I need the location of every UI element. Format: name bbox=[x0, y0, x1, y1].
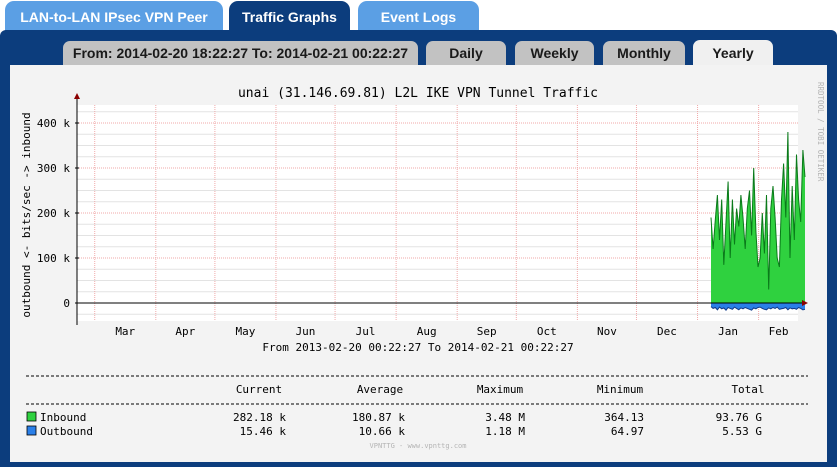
x-tick-label: Jan bbox=[718, 325, 738, 338]
tab-lan-to-lan-ipsec-vpn-peer[interactable]: LAN-to-LAN IPsec VPN Peer bbox=[5, 1, 223, 31]
stats-value: 180.87 k bbox=[352, 411, 405, 424]
stats-value: 5.53 G bbox=[722, 425, 762, 438]
chart-title: unai (31.146.69.81) L2L IKE VPN Tunnel T… bbox=[238, 86, 598, 101]
x-tick-label: Dec bbox=[657, 325, 677, 338]
tab-monthly[interactable]: Monthly bbox=[603, 41, 685, 65]
x-tick-label: Mar bbox=[115, 325, 135, 338]
tab-weekly[interactable]: Weekly bbox=[515, 41, 594, 65]
tab-event-logs[interactable]: Event Logs bbox=[358, 1, 479, 31]
legend-swatch-inbound bbox=[26, 411, 37, 422]
legend-swatch-outbound bbox=[26, 425, 37, 436]
stats-value: 10.66 k bbox=[359, 425, 406, 438]
x-tick-label: Jun bbox=[296, 325, 316, 338]
stats-value: 15.46 k bbox=[240, 425, 287, 438]
stats-value: 364.13 bbox=[604, 411, 644, 424]
y-tick-label: 200 k bbox=[37, 207, 70, 220]
main-tab-bar: LAN-to-LAN IPsec VPN Peer Traffic Graphs… bbox=[0, 0, 837, 31]
rrdtool-watermark: RRDTOOL / TOBI OETIKER bbox=[816, 82, 825, 182]
x-tick-label: Oct bbox=[537, 325, 557, 338]
stats-header-current: Current bbox=[236, 383, 282, 396]
y-axis-arrow bbox=[74, 93, 80, 99]
y-tick-label: 300 k bbox=[37, 162, 70, 175]
y-tick-label: 0 bbox=[63, 297, 70, 310]
x-tick-label: May bbox=[235, 325, 255, 338]
stats-header-minimum: Minimum bbox=[597, 383, 644, 396]
traffic-chart-svg: unai (31.146.69.81) L2L IKE VPN Tunnel T… bbox=[20, 82, 825, 450]
x-tick-label: Sep bbox=[477, 325, 497, 338]
y-tick-label: 400 k bbox=[37, 117, 70, 130]
stats-value: 282.18 k bbox=[233, 411, 286, 424]
y-axis-label: outbound <- bits/sec -> inbound bbox=[20, 112, 33, 317]
footer-text: VPNTTG - www.vpnttg.com bbox=[370, 442, 467, 450]
stats-value: 93.76 G bbox=[716, 411, 762, 424]
legend-label-inbound: Inbound bbox=[40, 411, 86, 424]
x-tick-label: Feb bbox=[769, 325, 789, 338]
x-range-label: From 2013-02-20 00:22:27 To 2014-02-21 0… bbox=[262, 341, 573, 354]
stats-value: 1.18 M bbox=[485, 425, 525, 438]
legend-label-outbound: Outbound bbox=[40, 425, 93, 438]
tab-yearly[interactable]: Yearly bbox=[693, 40, 773, 66]
y-tick-label: 100 k bbox=[37, 252, 70, 265]
stats-header-maximum: Maximum bbox=[477, 383, 524, 396]
stats-value: 64.97 bbox=[611, 425, 644, 438]
x-tick-label: Aug bbox=[417, 325, 437, 338]
tab-daily[interactable]: Daily bbox=[426, 41, 506, 65]
date-range-tab[interactable]: From: 2014-02-20 18:22:27 To: 2014-02-21… bbox=[63, 41, 418, 65]
stats-value: 3.48 M bbox=[485, 411, 525, 424]
tab-traffic-graphs[interactable]: Traffic Graphs bbox=[229, 1, 350, 31]
x-tick-label: Apr bbox=[175, 325, 195, 338]
x-tick-label: Jul bbox=[356, 325, 376, 338]
x-tick-label: Nov bbox=[597, 325, 617, 338]
stats-header-average: Average bbox=[357, 383, 403, 396]
stats-header-total: Total bbox=[731, 383, 764, 396]
traffic-graph: unai (31.146.69.81) L2L IKE VPN Tunnel T… bbox=[10, 65, 827, 462]
